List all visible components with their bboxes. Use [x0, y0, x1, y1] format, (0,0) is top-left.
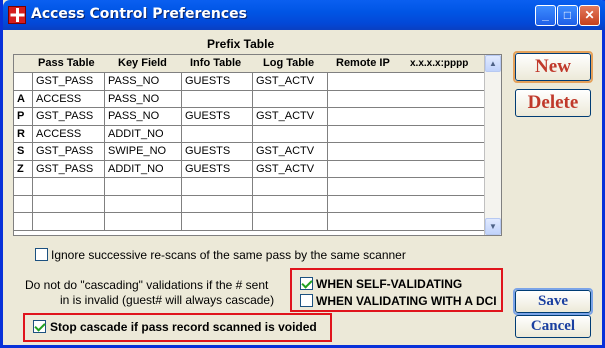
cell-pass-table[interactable]: GST_PASS [33, 108, 105, 125]
cell-log-table[interactable] [253, 213, 328, 230]
scroll-up-icon[interactable]: ▲ [485, 55, 501, 72]
cell-info-table[interactable] [182, 90, 253, 107]
cell-key-field[interactable]: ADDIT_NO [105, 160, 182, 177]
header-log-table: Log Table [263, 57, 315, 69]
cell-info-table[interactable]: GUESTS [182, 160, 253, 177]
cell-prefix[interactable] [14, 73, 33, 90]
cell-remote-ip[interactable] [328, 90, 485, 107]
table-row[interactable]: P GST_PASS PASS_NO GUESTS GST_ACTV [14, 108, 485, 126]
cell-remote-ip[interactable] [328, 178, 485, 195]
cell-pass-table[interactable]: GST_PASS [33, 160, 105, 177]
self-validating-label[interactable]: WHEN SELF-VALIDATING [316, 277, 462, 291]
cell-key-field[interactable] [105, 213, 182, 230]
cell-key-field[interactable]: ADDIT_NO [105, 125, 182, 142]
cascade-description-line2: in is invalid (guest# will always cascad… [60, 293, 275, 307]
maximize-button[interactable]: □ [557, 5, 578, 26]
header-remote-ip: Remote IP [336, 57, 390, 69]
cell-info-table[interactable]: GUESTS [182, 73, 253, 90]
access-control-preferences-window: Access Control Preferences _ □ ✕ Prefix … [0, 0, 605, 348]
cell-remote-ip[interactable] [328, 108, 485, 125]
cell-info-table[interactable]: GUESTS [182, 143, 253, 160]
cell-key-field[interactable] [105, 195, 182, 212]
cell-info-table[interactable]: GUESTS [182, 108, 253, 125]
cell-log-table[interactable] [253, 125, 328, 142]
cell-pass-table[interactable] [33, 178, 105, 195]
cell-log-table[interactable] [253, 178, 328, 195]
cell-pass-table[interactable]: ACCESS [33, 125, 105, 142]
cell-key-field[interactable]: SWIPE_NO [105, 143, 182, 160]
cell-prefix[interactable]: A [14, 90, 33, 107]
cell-remote-ip[interactable] [328, 143, 485, 160]
cell-log-table[interactable]: GST_ACTV [253, 108, 328, 125]
minimize-button[interactable]: _ [535, 5, 556, 26]
cell-key-field[interactable]: PASS_NO [105, 90, 182, 107]
cancel-button[interactable]: Cancel [515, 315, 591, 338]
prefix-table[interactable]: Pass Table Key Field Info Table Log Tabl… [13, 54, 502, 236]
table-row[interactable]: Z GST_PASS ADDIT_NO GUESTS GST_ACTV [14, 160, 485, 178]
cell-key-field[interactable]: PASS_NO [105, 108, 182, 125]
table-scrollbar[interactable]: ▲ ▼ [484, 55, 501, 235]
cascade-description-line1: Do not do "cascading" validations if the… [25, 278, 269, 292]
prefix-table-title: Prefix Table [207, 37, 275, 51]
scroll-down-icon[interactable]: ▼ [485, 218, 501, 235]
cell-remote-ip[interactable] [328, 213, 485, 230]
table-row[interactable] [14, 213, 485, 231]
cell-prefix[interactable]: S [14, 143, 33, 160]
prefix-table-body: GST_PASS PASS_NO GUESTS GST_ACTV A ACCES… [14, 73, 485, 231]
cell-prefix[interactable]: Z [14, 160, 33, 177]
close-button[interactable]: ✕ [579, 5, 600, 26]
cell-pass-table[interactable] [33, 213, 105, 230]
new-button[interactable]: New [515, 53, 591, 81]
delete-button[interactable]: Delete [515, 89, 591, 117]
cell-prefix[interactable] [14, 178, 33, 195]
prefix-table-header: Pass Table Key Field Info Table Log Tabl… [14, 55, 485, 73]
cell-pass-table[interactable]: GST_PASS [33, 143, 105, 160]
table-row[interactable] [14, 195, 485, 213]
stop-cascade-checkbox[interactable] [33, 320, 46, 333]
cell-key-field[interactable]: PASS_NO [105, 73, 182, 90]
table-row[interactable]: GST_PASS PASS_NO GUESTS GST_ACTV [14, 73, 485, 91]
cell-remote-ip[interactable] [328, 195, 485, 212]
cell-pass-table[interactable] [33, 195, 105, 212]
save-button[interactable]: Save [515, 290, 591, 313]
cell-remote-ip[interactable] [328, 160, 485, 177]
app-icon [8, 6, 26, 24]
header-pass-table: Pass Table [38, 57, 95, 69]
cell-prefix[interactable]: R [14, 125, 33, 142]
cell-log-table[interactable]: GST_ACTV [253, 143, 328, 160]
self-validating-checkbox[interactable] [300, 277, 313, 290]
cell-remote-ip[interactable] [328, 125, 485, 142]
cell-pass-table[interactable]: GST_PASS [33, 73, 105, 90]
cell-info-table[interactable] [182, 195, 253, 212]
cell-prefix[interactable] [14, 195, 33, 212]
cell-log-table[interactable]: GST_ACTV [253, 160, 328, 177]
title-bar[interactable]: Access Control Preferences _ □ ✕ [3, 0, 605, 30]
cell-prefix[interactable]: P [14, 108, 33, 125]
window-title: Access Control Preferences [31, 6, 247, 22]
table-row[interactable]: R ACCESS ADDIT_NO [14, 125, 485, 143]
cell-log-table[interactable]: GST_ACTV [253, 73, 328, 90]
header-key-field: Key Field [118, 57, 167, 69]
cell-log-table[interactable] [253, 195, 328, 212]
cell-remote-ip[interactable] [328, 73, 485, 90]
stop-cascade-label[interactable]: Stop cascade if pass record scanned is v… [50, 320, 317, 334]
validating-dci-checkbox[interactable] [300, 294, 313, 307]
ignore-rescans-label[interactable]: Ignore successive re-scans of the same p… [51, 248, 406, 262]
cell-info-table[interactable] [182, 178, 253, 195]
ignore-rescans-checkbox[interactable] [35, 248, 48, 261]
cell-info-table[interactable] [182, 125, 253, 142]
cell-log-table[interactable] [253, 90, 328, 107]
validating-dci-label[interactable]: WHEN VALIDATING WITH A DCI [316, 294, 497, 308]
cell-prefix[interactable] [14, 213, 33, 230]
table-row[interactable]: S GST_PASS SWIPE_NO GUESTS GST_ACTV [14, 143, 485, 161]
table-row[interactable]: A ACCESS PASS_NO [14, 90, 485, 108]
cell-key-field[interactable] [105, 178, 182, 195]
header-info-table: Info Table [190, 57, 242, 69]
header-ip-format: x.x.x.x:pppp [410, 58, 469, 69]
table-row[interactable] [14, 178, 485, 196]
cell-info-table[interactable] [182, 213, 253, 230]
cell-pass-table[interactable]: ACCESS [33, 90, 105, 107]
